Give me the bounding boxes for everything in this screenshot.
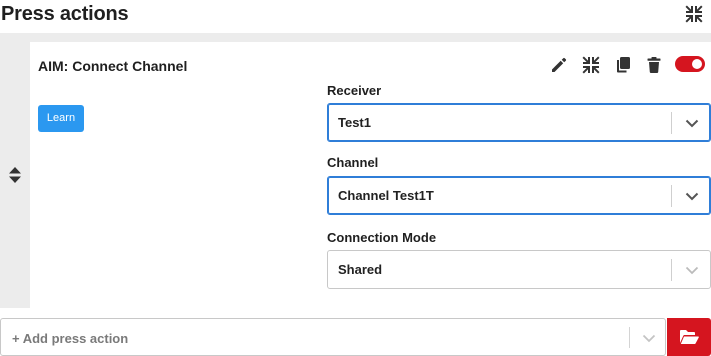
action-body: AIM: Connect Channel Learn Receiver Test…: [30, 42, 711, 308]
select-separator: [671, 259, 672, 281]
channel-label: Channel: [327, 155, 379, 170]
compress-arrows-icon[interactable]: [684, 4, 704, 24]
connection-mode-value: Shared: [338, 262, 383, 277]
add-press-action-select[interactable]: + Add press action: [0, 318, 666, 356]
connection-mode-label: Connection Mode: [327, 230, 437, 245]
chevron-down-icon[interactable]: [641, 330, 657, 346]
add-press-action-placeholder: + Add press action: [12, 331, 129, 346]
drag-column: [0, 42, 30, 308]
header: Press actions: [0, 0, 711, 33]
channel-value: Channel Test1T: [338, 188, 434, 203]
copy-icon[interactable]: [613, 55, 633, 75]
page-title: Press actions: [1, 3, 129, 25]
open-folder-button[interactable]: [667, 318, 711, 356]
section-divider: [0, 33, 711, 42]
learn-button[interactable]: Learn: [38, 105, 84, 132]
receiver-value: Test1: [338, 115, 371, 130]
select-separator: [671, 112, 672, 134]
action-title: AIM: Connect Channel: [38, 58, 188, 74]
select-separator: [629, 327, 630, 348]
folder-open-icon: [680, 330, 699, 344]
receiver-select[interactable]: Test1: [327, 103, 711, 142]
pencil-icon[interactable]: [549, 55, 569, 75]
chevron-down-icon[interactable]: [684, 115, 700, 131]
enabled-toggle[interactable]: [675, 56, 705, 72]
chevron-down-icon[interactable]: [684, 188, 700, 204]
sort-arrows-icon[interactable]: [8, 166, 22, 184]
chevron-down-icon[interactable]: [684, 262, 700, 278]
connection-mode-select[interactable]: Shared: [327, 250, 711, 289]
channel-select[interactable]: Channel Test1T: [327, 176, 711, 215]
compress-arrows-icon[interactable]: [581, 55, 601, 75]
trash-icon[interactable]: [644, 55, 664, 75]
receiver-label: Receiver: [327, 83, 382, 98]
toggle-knob: [692, 59, 702, 69]
select-separator: [671, 185, 672, 207]
press-action-card: AIM: Connect Channel Learn Receiver Test…: [0, 42, 711, 308]
